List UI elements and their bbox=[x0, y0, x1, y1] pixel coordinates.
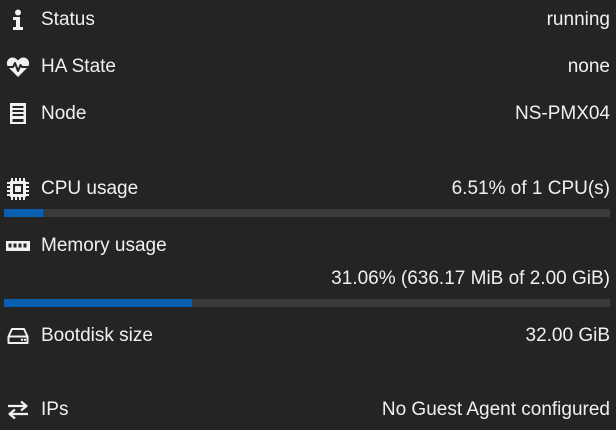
ha-state-value: none bbox=[567, 56, 610, 77]
cpu-usage-label: CPU usage bbox=[41, 178, 139, 199]
node-row: Node NS-PMX04 bbox=[0, 100, 616, 128]
memory-usage-row: Memory usage bbox=[0, 232, 616, 260]
bootdisk-value: 32.00 GiB bbox=[525, 325, 611, 346]
heartbeat-icon bbox=[5, 54, 31, 80]
vm-status-panel: Status running HA State none Node NS-PMX… bbox=[0, 0, 616, 430]
bootdisk-label: Bootdisk size bbox=[41, 325, 153, 346]
bootdisk-row: Bootdisk size 32.00 GiB bbox=[0, 322, 616, 350]
cpu-usage-value: 6.51% of 1 CPU(s) bbox=[451, 178, 610, 199]
status-label: Status bbox=[41, 9, 95, 30]
info-icon bbox=[5, 7, 31, 33]
cpu-usage-bar-fill bbox=[4, 209, 44, 217]
status-row: Status running bbox=[0, 6, 616, 34]
ips-value: No Guest Agent configured bbox=[381, 399, 610, 420]
memory-usage-value-row: 31.06% (636.17 MiB of 2.00 GiB) bbox=[0, 265, 616, 293]
ips-label: IPs bbox=[41, 399, 69, 420]
cpu-usage-row: CPU usage 6.51% of 1 CPU(s) bbox=[0, 175, 616, 203]
server-icon bbox=[5, 101, 31, 127]
memory-usage-bar bbox=[4, 299, 610, 307]
memory-usage-value: 31.06% (636.17 MiB of 2.00 GiB) bbox=[331, 268, 610, 289]
node-value: NS-PMX04 bbox=[514, 103, 610, 124]
cpu-usage-bar bbox=[4, 209, 610, 217]
ips-row: IPs No Guest Agent configured bbox=[0, 396, 616, 424]
status-value: running bbox=[546, 9, 610, 30]
hdd-icon bbox=[5, 323, 31, 349]
memory-icon bbox=[5, 233, 31, 259]
node-label: Node bbox=[41, 103, 87, 124]
memory-usage-bar-fill bbox=[4, 299, 193, 307]
cpu-icon bbox=[5, 176, 31, 202]
memory-usage-label: Memory usage bbox=[41, 235, 167, 256]
ha-state-row: HA State none bbox=[0, 53, 616, 81]
exchange-icon bbox=[5, 397, 31, 423]
ha-state-label: HA State bbox=[41, 56, 116, 77]
